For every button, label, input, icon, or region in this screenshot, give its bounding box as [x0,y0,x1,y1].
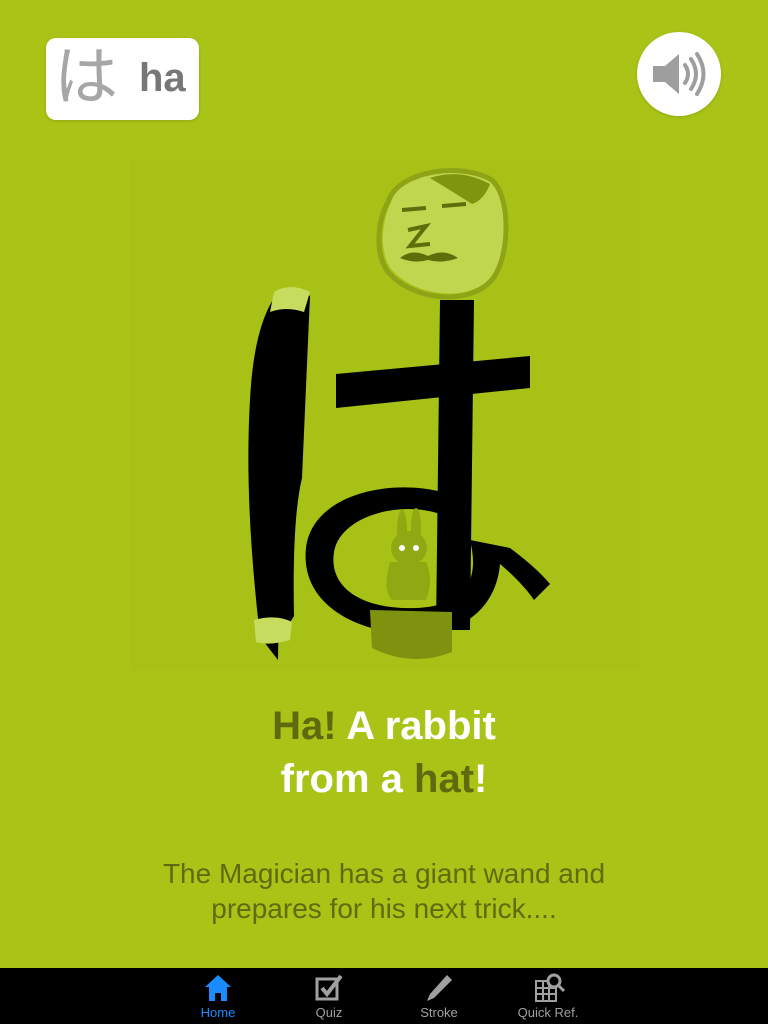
tab-home-label: Home [200,1005,236,1020]
description-line2: prepares for his next trick.... [211,893,557,924]
title-light-text-1: A rabbit [336,704,496,748]
tab-stroke[interactable]: Stroke [389,968,489,1024]
title-dark-word-2: hat [414,757,475,801]
title-light-text-2: from a [280,757,415,801]
tab-quick-ref[interactable]: Quick Ref. [498,968,598,1024]
tab-bar: Home Quiz Stroke Quick Ref. [0,968,768,1024]
tab-home[interactable]: Home [168,968,268,1024]
mnemonic-title-line2: from a hat! [0,753,768,806]
sound-button[interactable] [637,32,721,116]
tab-stroke-label: Stroke [420,1005,458,1020]
speaker-icon [653,52,706,96]
romaji-label: ha [139,56,186,100]
grid-search-icon [535,973,566,1002]
mnemonic-illustration [130,160,640,670]
mnemonic-title: Ha! A rabbit from a hat! [0,700,768,806]
mnemonic-description: The Magician has a giant wand and prepar… [0,856,768,926]
kana-character: は [54,41,118,115]
tab-quiz-label: Quiz [315,1005,343,1020]
title-dark-word-1: Ha! [272,704,337,748]
title-light-text-3: ! [474,757,488,801]
home-icon [205,975,231,1001]
mnemonic-title-line1: Ha! A rabbit [0,700,768,753]
pencil-icon [427,975,452,1001]
tab-quiz[interactable]: Quiz [279,968,379,1024]
tab-quick-ref-label: Quick Ref. [517,1005,579,1020]
checkbox-icon [315,974,343,1001]
description-line1: The Magician has a giant wand and [162,858,606,889]
kana-card[interactable]: は ha [46,38,199,120]
top-hat-icon [370,610,452,660]
